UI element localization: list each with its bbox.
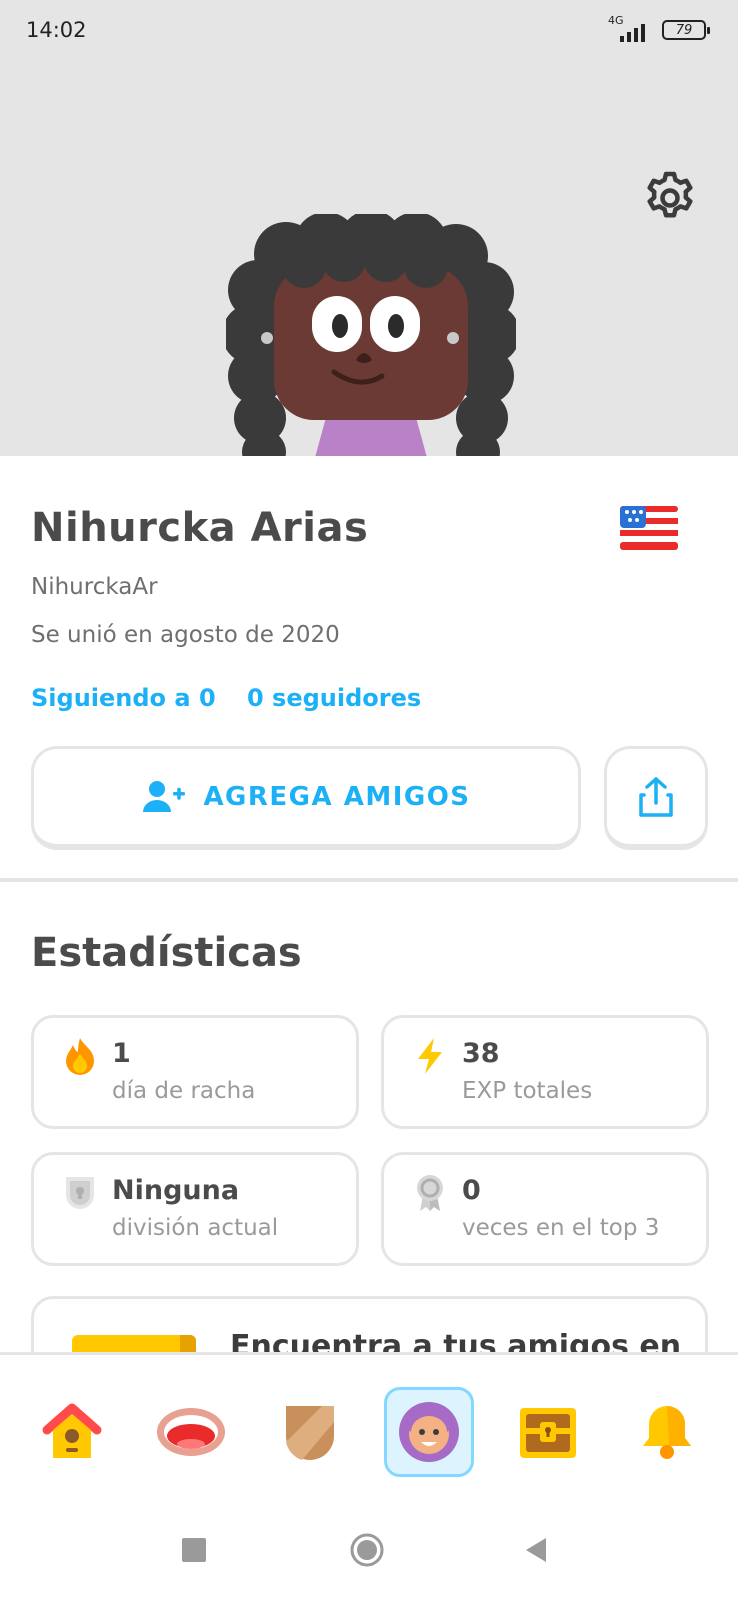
section-divider [0, 878, 738, 882]
flame-icon [66, 1038, 94, 1075]
cellular-signal-icon: 4G [608, 14, 654, 44]
stat-card-top3: 0 veces en el top 3 [381, 1152, 709, 1266]
shield-lock-icon [66, 1177, 94, 1209]
stats-title: Estadísticas [31, 930, 302, 976]
stat-value: 38 [462, 1038, 500, 1069]
status-bar: 14:02 4G 79 [0, 0, 738, 64]
stat-card-streak: 1 día de racha [31, 1015, 359, 1129]
profile-username: NihurckaAr [31, 574, 158, 600]
profile-icon [399, 1402, 459, 1462]
stat-label: EXP totales [462, 1078, 593, 1104]
profile-hero [0, 64, 738, 456]
tab-notifications[interactable] [622, 1387, 712, 1477]
tab-leagues[interactable] [265, 1387, 355, 1477]
share-icon [639, 776, 673, 817]
speaking-mouth-icon [157, 1408, 225, 1456]
home-circle-icon [350, 1533, 384, 1567]
back-icon [526, 1538, 546, 1562]
stat-card-division: Ninguna división actual [31, 1152, 359, 1266]
settings-button[interactable] [640, 168, 700, 228]
profile-name: Nihurcka Arias [31, 505, 369, 551]
status-time: 14:02 [26, 18, 87, 42]
gear-icon [647, 171, 693, 218]
stat-value: 1 [112, 1038, 131, 1069]
stat-label: día de racha [112, 1078, 256, 1104]
tab-learn[interactable] [27, 1387, 117, 1477]
stat-label: división actual [112, 1215, 279, 1241]
bell-icon [643, 1406, 691, 1459]
battery-icon: 79 [662, 20, 710, 40]
tab-profile[interactable] [384, 1387, 474, 1477]
bottom-tab-bar [0, 1352, 738, 1500]
lightning-icon [418, 1038, 442, 1074]
stat-value: 0 [462, 1175, 481, 1206]
tab-shop[interactable] [503, 1387, 593, 1477]
battery-level: 79 [675, 22, 693, 38]
followers-link[interactable]: 0 seguidores [247, 684, 421, 712]
following-link[interactable]: Siguiendo a 0 [31, 684, 216, 712]
share-button[interactable] [604, 746, 708, 850]
home-icon [42, 1403, 102, 1458]
stat-label: veces en el top 3 [462, 1215, 660, 1241]
recents-icon [182, 1538, 206, 1562]
joined-date: Se unió en agosto de 2020 [31, 622, 340, 648]
recents-button[interactable] [176, 1532, 212, 1568]
home-system-button[interactable] [349, 1532, 385, 1568]
status-indicators: 4G 79 [608, 14, 710, 44]
medal-icon [417, 1175, 443, 1211]
add-friends-button[interactable]: AGREGA AMIGOS [31, 746, 581, 850]
system-navigation-bar [0, 1500, 738, 1600]
add-user-icon [143, 780, 186, 812]
stat-value: Ninguna [112, 1175, 240, 1206]
back-button[interactable] [518, 1532, 554, 1568]
league-shield-icon [286, 1406, 334, 1460]
stat-card-xp: 38 EXP totales [381, 1015, 709, 1129]
us-flag-icon[interactable] [620, 506, 678, 552]
add-friends-label: AGREGA AMIGOS [203, 781, 471, 812]
tab-speaking[interactable] [146, 1387, 236, 1477]
user-avatar-illustration [226, 214, 516, 456]
treasure-chest-icon [520, 1408, 576, 1458]
